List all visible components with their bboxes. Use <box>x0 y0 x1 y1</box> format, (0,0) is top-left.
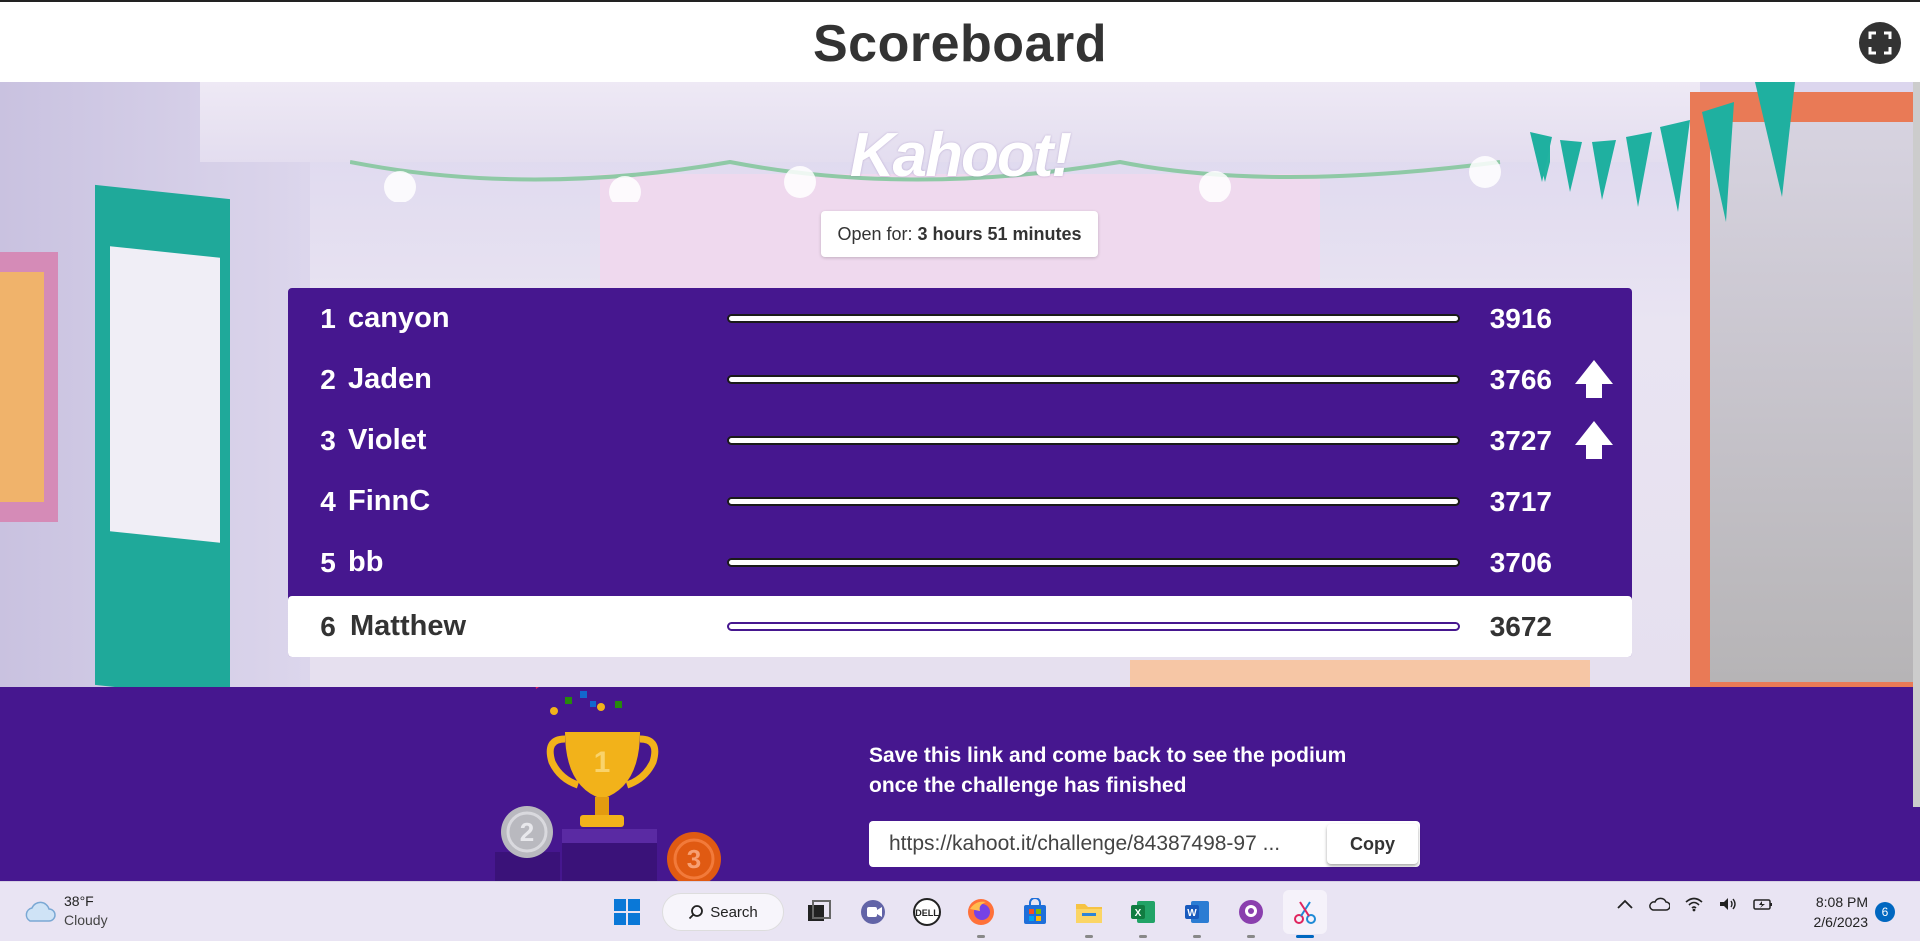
volume-icon[interactable] <box>1718 896 1738 912</box>
player-score: 3717 <box>1489 485 1552 517</box>
player-score: 3727 <box>1489 424 1552 456</box>
dell-app[interactable]: DELL <box>905 890 949 934</box>
leaderboard-row: 5 bb 3706 <box>288 532 1632 593</box>
score-bar <box>727 558 1460 567</box>
weather-temp: 38°F <box>64 893 94 909</box>
microsoft-store-app[interactable] <box>1013 890 1057 934</box>
open-for-value: 3 hours 51 minutes <box>917 223 1082 244</box>
first-place-number: 1 <box>594 746 611 779</box>
player-name: bb <box>348 546 384 578</box>
wifi-icon[interactable] <box>1684 896 1704 912</box>
firefox-icon <box>968 899 994 925</box>
save-link-message: Save this link and come back to see the … <box>869 744 1347 797</box>
confetti <box>535 687 622 715</box>
taskbar-apps: Search DELL X W <box>600 890 1332 938</box>
task-view-icon <box>808 900 831 921</box>
player-name: Violet <box>348 424 427 456</box>
task-view-button[interactable] <box>797 890 841 934</box>
taskbar-clock[interactable]: 8:08 PM 2/6/2023 <box>1800 892 1869 932</box>
player-score: 3766 <box>1489 363 1552 395</box>
start-button[interactable] <box>605 890 649 934</box>
challenge-link-text[interactable]: https://kahoot.it/challenge/84387498-97 … <box>889 832 1319 856</box>
leaderboard: 1 canyon 3916 2 Jaden 3766 3 Violet 3727… <box>288 288 1632 657</box>
github-app[interactable] <box>1229 890 1273 938</box>
player-score: 3916 <box>1489 302 1552 334</box>
score-bar <box>727 436 1460 445</box>
onedrive-cloud-icon[interactable] <box>1648 896 1670 912</box>
file-explorer-app[interactable] <box>1067 890 1111 938</box>
dell-icon: DELL <box>913 898 941 926</box>
excel-icon: X <box>1131 901 1155 923</box>
word-app[interactable]: W <box>1175 890 1219 938</box>
fullscreen-icon <box>1868 31 1892 55</box>
teams-app[interactable] <box>851 890 895 934</box>
leaderboard-row: 2 Jaden 3766 <box>288 349 1632 410</box>
store-icon <box>1024 898 1046 924</box>
rank: 5 <box>320 546 336 578</box>
battery-charging-icon[interactable] <box>1752 896 1774 912</box>
chevron-up-icon[interactable] <box>1616 897 1634 911</box>
clock-date: 2/6/2023 <box>1813 914 1869 930</box>
rank-up-arrow-icon <box>1575 360 1613 398</box>
word-icon: W <box>1185 901 1209 923</box>
score-bar <box>727 375 1460 384</box>
svg-text:DELL: DELL <box>915 908 939 918</box>
teams-icon <box>861 900 885 924</box>
github-icon <box>1239 900 1263 924</box>
snipping-tool-app[interactable] <box>1283 890 1327 938</box>
rank: 4 <box>320 485 336 517</box>
firefox-app[interactable] <box>959 890 1003 938</box>
page-title: Scoreboard <box>813 15 1107 73</box>
challenge-link-field[interactable]: https://kahoot.it/challenge/84387498-97 … <box>869 821 1420 867</box>
player-name: FinnC <box>348 485 431 517</box>
windows-taskbar: 38°F Cloudy Search DELL X W 8:08 PM 2/6/… <box>0 881 1920 941</box>
player-name: Jaden <box>348 363 432 395</box>
copy-button[interactable]: Copy <box>1327 824 1418 864</box>
player-score: 3706 <box>1489 546 1552 578</box>
weather-desc: Cloudy <box>64 912 108 928</box>
score-bar <box>727 497 1460 506</box>
fullscreen-button[interactable] <box>1859 22 1901 64</box>
svg-text:X: X <box>1135 908 1142 919</box>
search-icon <box>689 905 704 920</box>
scrollbar[interactable] <box>1913 82 1920 807</box>
leaderboard-row: 4 FinnC 3717 <box>288 471 1632 532</box>
top-header: Scoreboard <box>0 0 1920 82</box>
score-bar <box>727 314 1460 323</box>
leaderboard-row: 3 Violet 3727 <box>288 410 1632 471</box>
excel-app[interactable]: X <box>1121 890 1165 938</box>
kahoot-logo: Kahoot! <box>849 121 1072 190</box>
rank: 1 <box>320 302 336 334</box>
footer-panel: 2 1 3 Save this link and come back to se… <box>0 687 1920 881</box>
third-place-number: 3 <box>687 844 701 874</box>
player-name: Matthew <box>350 610 466 642</box>
rank: 2 <box>320 363 336 395</box>
rank-up-arrow-icon <box>1575 421 1613 459</box>
scissors-icon <box>1294 901 1316 924</box>
rank: 3 <box>320 424 336 456</box>
open-for-label: Open for: <box>837 223 913 244</box>
system-tray <box>1616 896 1774 912</box>
player-score: 3672 <box>1489 610 1552 642</box>
trophy-podium-illustration: 2 1 3 <box>495 687 721 881</box>
notification-badge[interactable]: 6 <box>1875 902 1895 922</box>
player-name: canyon <box>348 302 450 334</box>
second-place-number: 2 <box>520 817 534 847</box>
svg-text:W: W <box>1187 908 1197 919</box>
taskbar-search[interactable]: Search <box>662 893 784 931</box>
weather-widget[interactable]: 38°F Cloudy <box>22 892 108 930</box>
leaderboard-row-current-user: 6 Matthew 3672 <box>288 596 1632 657</box>
cloud-icon <box>25 901 56 922</box>
score-bar <box>727 622 1460 631</box>
open-for-badge: Open for: 3 hours 51 minutes <box>821 211 1098 257</box>
rank: 6 <box>320 610 336 642</box>
leaderboard-row: 1 canyon 3916 <box>288 288 1632 349</box>
folder-icon <box>1076 904 1102 923</box>
search-label: Search <box>710 903 758 921</box>
clock-time: 8:08 PM <box>1815 894 1868 910</box>
windows-logo-icon <box>614 899 640 925</box>
